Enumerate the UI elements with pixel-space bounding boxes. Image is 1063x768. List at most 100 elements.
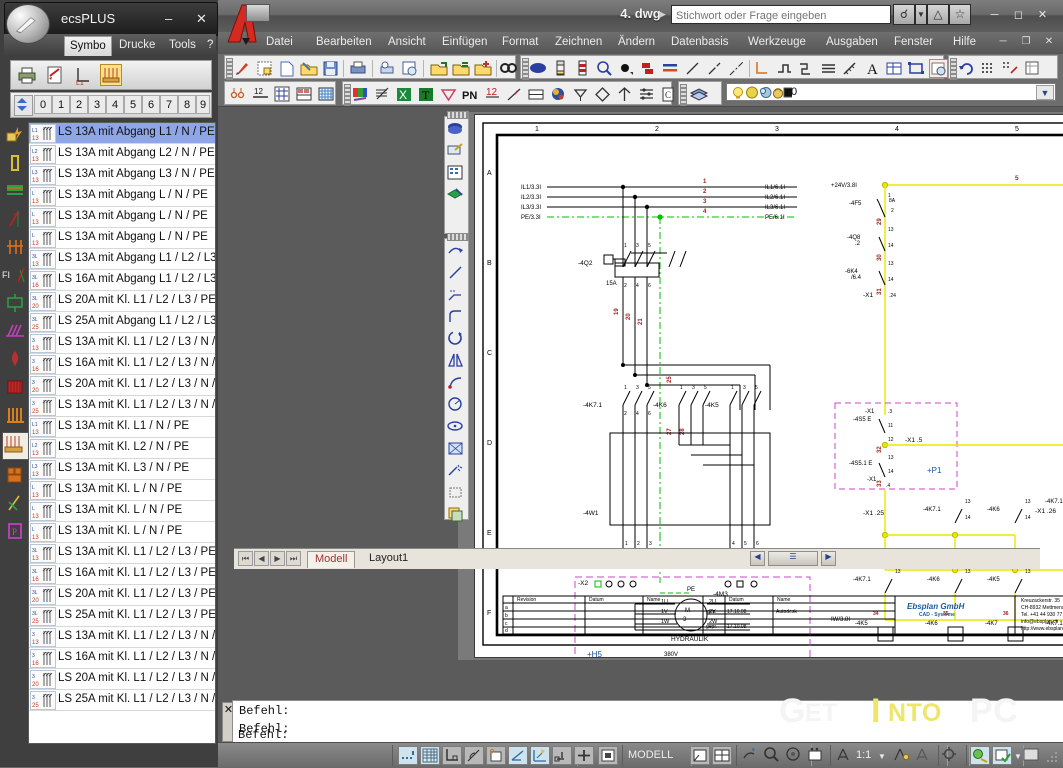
plot-icon[interactable] — [349, 59, 368, 78]
list-item[interactable]: 3L16LS 16A mit Abgang L1 / L2 / L3 — [29, 270, 215, 291]
tab-symbo[interactable]: Symbo — [64, 36, 112, 56]
workspace-icon[interactable] — [970, 746, 990, 765]
hscroll-right-button[interactable]: ▶ — [821, 551, 836, 566]
arc-icon[interactable] — [446, 373, 467, 394]
edit-attribute-icon[interactable] — [446, 141, 467, 162]
wipeout-icon[interactable] — [929, 59, 948, 78]
potential-icon[interactable] — [505, 85, 524, 104]
toolbar-grip[interactable] — [680, 84, 687, 106]
open-document-icon[interactable] — [299, 59, 318, 78]
autocad-logo-icon[interactable] — [222, 2, 268, 46]
list-item[interactable]: L13LS 13A mit Kl. L / N / PE — [29, 522, 215, 543]
select-window-icon[interactable] — [446, 483, 467, 504]
plug-magenta-icon[interactable]: P — [4, 520, 26, 542]
insert-block-icon[interactable] — [551, 59, 570, 78]
lightning-box-icon[interactable] — [4, 124, 26, 146]
otrack-icon[interactable] — [530, 746, 550, 765]
wire-green-icon[interactable] — [4, 492, 26, 514]
symbol-list[interactable]: L113LS 13A mit Abgang L1 / N / PE L213LS … — [28, 122, 216, 744]
circle-center-icon[interactable] — [446, 395, 467, 416]
number-6[interactable]: 6 — [142, 95, 160, 114]
triangle-marker-icon[interactable] — [439, 85, 458, 104]
search-icon[interactable]: ☌ — [893, 4, 915, 25]
number-3[interactable]: 3 — [88, 95, 106, 114]
color-symbol-icon[interactable] — [351, 85, 370, 104]
gradient-icon[interactable] — [661, 59, 680, 78]
copy-object-icon[interactable] — [446, 263, 467, 284]
next-tab-icon[interactable]: ▶ — [270, 551, 285, 566]
stretch-icon[interactable] — [446, 285, 467, 306]
folder-open-2-icon[interactable] — [451, 59, 470, 78]
block-icon[interactable] — [529, 59, 548, 78]
fillet-icon[interactable] — [446, 307, 467, 328]
folder-add-icon[interactable] — [473, 59, 492, 78]
find-icon[interactable] — [499, 59, 518, 78]
doc-restore-button[interactable]: ❐ — [1018, 36, 1034, 50]
symbol-ruler-icon[interactable] — [100, 64, 122, 86]
list-item[interactable]: 3L20LS 20A mit Kl. L1 / L2 / L3 / PE — [29, 585, 215, 606]
list-item[interactable]: 313LS 13A mit Kl. L1 / L2 / L3 / N / — [29, 627, 215, 648]
list-item[interactable]: 3L20LS 20A mit Kl. L1 / L2 / L3 / PE — [29, 291, 215, 312]
list-item[interactable]: L213LS 13A mit Kl. L2 / N / PE — [29, 438, 215, 459]
list-item[interactable]: 316LS 16A mit Kl. L1 / L2 / L3 / N / — [29, 648, 215, 669]
polar-icon[interactable] — [486, 746, 506, 765]
list-item[interactable]: L313LS 13A mit Kl. L3 / N / PE — [29, 459, 215, 480]
drawing-canvas[interactable]: 123 456 ABC DEF ABC DE IL — [474, 114, 1063, 658]
menu-einfuegen[interactable]: Einfügen — [442, 36, 487, 48]
list-item[interactable]: 316LS 16A mit Kl. L1 / L2 / L3 / N / — [29, 354, 215, 375]
line-icon[interactable] — [683, 59, 702, 78]
ground-symbol-icon[interactable] — [571, 85, 590, 104]
hscroll-thumb[interactable]: ☰ — [768, 551, 818, 566]
list-item[interactable]: 3L25LS 25A mit Kl. L1 / L2 / L3 / PE — [29, 606, 215, 627]
hatch-icon[interactable] — [639, 59, 658, 78]
list-item[interactable]: L13LS 13A mit Kl. L / N / PE — [29, 501, 215, 522]
menu-datenbasis[interactable]: Datenbasis — [671, 36, 729, 48]
signin-icon[interactable]: △ — [927, 4, 949, 25]
dimension-icon[interactable]: L1 — [72, 64, 94, 86]
list-item[interactable]: 320LS 20A mit Kl. L1 / L2 / L3 / N / — [29, 375, 215, 396]
list-item[interactable]: L13LS 13A mit Abgang L / N / PE — [29, 186, 215, 207]
drawing-area[interactable]: 123 456 ABC DEF ABC DE IL — [458, 112, 1063, 660]
steering-wheel-icon[interactable] — [784, 746, 804, 765]
layer-manager-icon[interactable] — [689, 85, 708, 104]
prev-tab-icon[interactable]: ◀ — [254, 551, 269, 566]
tab-modell[interactable]: Modell — [307, 551, 355, 568]
symbol-ruler-selected-icon[interactable] — [2, 432, 30, 460]
status-dropdown-arrow-icon[interactable]: ▼ — [1014, 752, 1022, 761]
plc-icon[interactable] — [549, 85, 568, 104]
dimension-12-icon[interactable]: 12 — [251, 85, 270, 104]
list-item[interactable]: L13LS 13A mit Kl. L / N / PE — [29, 480, 215, 501]
text-icon[interactable]: A — [863, 59, 882, 78]
coil-magenta-icon[interactable] — [4, 320, 26, 342]
terminal-icon[interactable] — [4, 152, 26, 174]
plot-preview-icon[interactable] — [378, 59, 397, 78]
ray-icon[interactable] — [705, 59, 724, 78]
spinner-control[interactable] — [14, 95, 33, 116]
polygon-edit-icon[interactable] — [797, 59, 816, 78]
hscroll-left-button[interactable]: ◀ — [750, 551, 765, 566]
terminal-pair-icon[interactable] — [229, 85, 248, 104]
menu-werkzeuge[interactable]: Werkzeuge — [748, 36, 806, 48]
number-5[interactable]: 5 — [124, 95, 142, 114]
comb-orange-icon[interactable] — [4, 404, 26, 426]
flame-icon[interactable] — [4, 348, 26, 370]
toolbar-grip[interactable] — [447, 111, 469, 119]
list-item[interactable]: L13LS 13A mit Abgang L / N / PE — [29, 207, 215, 228]
showmotion-icon[interactable] — [806, 746, 826, 765]
ecsplus-close-button[interactable]: ✕ — [196, 11, 207, 27]
ducs-icon[interactable] — [552, 746, 572, 765]
list-item[interactable]: 3L16LS 16A mit Kl. L1 / L2 / L3 / PE — [29, 564, 215, 585]
zoom-icon[interactable] — [762, 746, 782, 765]
menu-fenster[interactable]: Fenster — [894, 36, 933, 48]
menu-zeichnen[interactable]: Zeichnen — [555, 36, 602, 48]
lineweight-icon[interactable] — [598, 746, 618, 765]
toolbar-lock-icon[interactable] — [992, 746, 1012, 765]
list-item[interactable]: L113LS 13A mit Abgang L1 / N / PE — [29, 123, 215, 144]
block-orange-icon[interactable] — [4, 464, 26, 486]
dyn-icon[interactable] — [574, 746, 594, 765]
app-maximize-button[interactable]: ◻ — [1010, 8, 1027, 22]
tab-layout1[interactable]: Layout1 — [362, 551, 415, 568]
print-stack-icon[interactable] — [446, 119, 467, 140]
3dpolyline-icon[interactable] — [775, 59, 794, 78]
layer-dropdown-arrow-icon[interactable]: ▼ — [1036, 85, 1054, 100]
